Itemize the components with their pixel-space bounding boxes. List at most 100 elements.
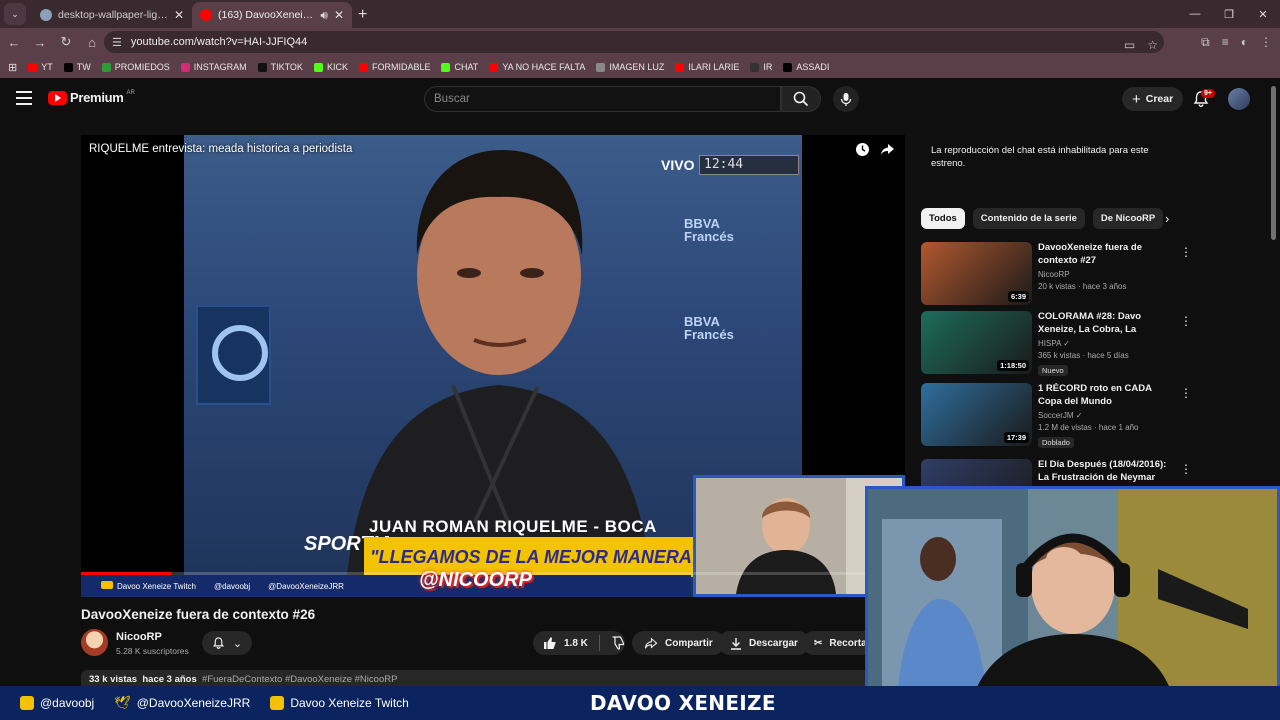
cast-icon[interactable]: ▭ bbox=[1124, 38, 1135, 52]
watch-later-icon[interactable] bbox=[855, 142, 870, 157]
youtube-header: Premium AR Buscar + Crear 9+ bbox=[0, 80, 1280, 118]
bookmark-promiedos[interactable]: PROMIEDOS bbox=[101, 62, 170, 72]
thumbs-up-icon[interactable] bbox=[543, 636, 557, 650]
duration-badge: 17:39 bbox=[1003, 432, 1029, 443]
account-avatar[interactable] bbox=[1228, 88, 1250, 110]
hamburger-menu-icon[interactable] bbox=[16, 91, 32, 105]
video-player[interactable]: BBVA Francés BBVA Francés VIVO 12:44 SPORT… bbox=[81, 135, 905, 597]
kick-icon bbox=[313, 62, 323, 72]
chevron-down-icon: ⌄ bbox=[232, 637, 243, 650]
divider bbox=[598, 635, 600, 651]
bookmark-tw[interactable]: TW bbox=[63, 62, 91, 72]
chip-de-nicoorp[interactable]: De NicooRP bbox=[1092, 208, 1164, 229]
tab-wallpaper[interactable]: desktop-wallpaper-light-yellow ✕ bbox=[32, 2, 192, 28]
hashtags[interactable]: #FueraDeContexto #DavooXeneize #NicooRP bbox=[202, 674, 397, 685]
duration-badge: 6:39 bbox=[1007, 291, 1029, 302]
voice-search-button[interactable] bbox=[833, 86, 859, 112]
bookmark-formidable[interactable]: FORMIDABLE bbox=[358, 62, 430, 72]
close-tab-icon[interactable]: ✕ bbox=[174, 8, 184, 22]
bookmark-ir[interactable]: IR bbox=[750, 62, 772, 72]
reload-icon[interactable]: ↻ bbox=[54, 30, 78, 54]
speaker-icon[interactable]: 🔊︎ bbox=[320, 8, 328, 23]
tab-search-icon[interactable]: ⌄ bbox=[4, 3, 26, 25]
channel-avatar[interactable] bbox=[81, 629, 108, 656]
more-options-icon[interactable]: ⋮ bbox=[1180, 462, 1192, 476]
video-thumbnail[interactable]: 17:39 bbox=[921, 383, 1032, 446]
chip-todos[interactable]: Todos bbox=[921, 208, 965, 229]
subscription-bell-button[interactable]: ⌄ bbox=[202, 631, 252, 655]
live-label: VIVO bbox=[661, 157, 695, 173]
more-options-icon[interactable]: ⋮ bbox=[1180, 245, 1192, 259]
clip-button[interactable]: ✂ Recortar bbox=[802, 631, 866, 655]
profile-icon[interactable]: ◐ bbox=[1241, 35, 1248, 49]
youtube-icon bbox=[28, 62, 38, 72]
new-tab-button[interactable]: + bbox=[358, 6, 367, 24]
rec-channel[interactable]: SoccerJM ✓ bbox=[1038, 411, 1176, 420]
menu-dots-icon[interactable]: ⋮ bbox=[1260, 35, 1272, 49]
page-scrollbar[interactable] bbox=[1271, 86, 1276, 240]
apps-grid-icon[interactable]: ⊞ bbox=[8, 61, 17, 74]
channel-name[interactable]: NicooRP bbox=[116, 631, 162, 643]
minimize-icon[interactable]: — bbox=[1178, 0, 1212, 28]
chip-contenido-de-la-serie[interactable]: Contenido de la serie bbox=[972, 208, 1085, 229]
more-options-icon[interactable]: ⋮ bbox=[1180, 386, 1192, 400]
banner-name: DAVOO XENEIZE bbox=[590, 691, 776, 715]
home-icon[interactable]: ⌂ bbox=[80, 30, 104, 54]
search-input[interactable]: Buscar bbox=[424, 86, 781, 112]
recommended-video[interactable]: 17:39 1 RÉCORD roto en CADA Copa del Mund… bbox=[921, 383, 1192, 448]
youtube-icon bbox=[270, 696, 285, 710]
bookmark-kick[interactable]: KICK bbox=[313, 62, 348, 72]
bookmark-instagram[interactable]: INSTAGRAM bbox=[180, 62, 247, 72]
forward-icon[interactable]: → bbox=[28, 30, 52, 54]
tab-youtube[interactable]: (163) DavooXeneize fuera de contexto #26… bbox=[192, 2, 352, 28]
window-controls: — ❐ ✕ bbox=[1178, 0, 1280, 28]
share-arrow-icon[interactable] bbox=[880, 142, 895, 157]
youtube-logo[interactable]: Premium AR bbox=[48, 90, 135, 105]
create-button[interactable]: + Crear bbox=[1122, 87, 1184, 111]
microphone-icon bbox=[840, 92, 852, 106]
recommended-video[interactable]: 1:18:50 COLORAMA #28: Davo Xeneize, La Co… bbox=[921, 311, 1192, 376]
filter-chips: Todos Contenido de la serie De NicooRP bbox=[921, 208, 1164, 229]
bookmark-chat[interactable]: CHAT bbox=[441, 62, 478, 72]
rec-meta: 20 k vistas · hace 3 años bbox=[1038, 282, 1127, 291]
video-social-strip: Davoo Xeneize Twitch @davoobj @DavooXene… bbox=[81, 575, 691, 597]
browser-toolbar: ← → ↻ ⌂ ☰ youtube.com/watch?v=HAI-JJFIQ4… bbox=[0, 28, 1280, 56]
chevron-right-icon[interactable]: › bbox=[1165, 211, 1169, 226]
download-button[interactable]: Descargar bbox=[718, 631, 810, 655]
bookmark-label: TW bbox=[76, 62, 91, 72]
bookmark-ya-no-hace-falta[interactable]: YA NO HACE FALTA bbox=[489, 62, 585, 72]
video-info: El Día Después (18/04/2016): La Frustrac… bbox=[1038, 459, 1176, 484]
video-thumbnail[interactable]: 1:18:50 bbox=[921, 311, 1032, 374]
extensions-icon[interactable]: ⧉ bbox=[1201, 35, 1210, 50]
more-options-icon[interactable]: ⋮ bbox=[1180, 314, 1192, 328]
restore-icon[interactable]: ❐ bbox=[1212, 0, 1246, 28]
rec-title[interactable]: DavooXeneize fuera de contexto #27 bbox=[1038, 242, 1176, 267]
bookmark-ilari-larie[interactable]: ILARI LARIE bbox=[675, 62, 739, 72]
bookmark-tiktok[interactable]: TIKTOK bbox=[257, 62, 303, 72]
close-window-icon[interactable]: ✕ bbox=[1246, 0, 1280, 28]
site-info-icon[interactable]: ☰ bbox=[112, 36, 122, 49]
bookmark-yt[interactable]: YT bbox=[28, 62, 53, 72]
close-tab-icon[interactable]: ✕ bbox=[334, 8, 344, 22]
banner-instagram: @davoobj bbox=[20, 696, 94, 710]
bookmark-imagen-luz[interactable]: IMAGEN LUZ bbox=[596, 62, 664, 72]
share-button[interactable]: Compartir bbox=[632, 631, 725, 655]
address-bar[interactable]: ☰ youtube.com/watch?v=HAI-JJFIQ44 ▭ ☆ bbox=[104, 31, 1164, 53]
bookmark-assadi[interactable]: ASSADI bbox=[783, 62, 829, 72]
lower-third-name: JUAN ROMAN RIQUELME - BOCA bbox=[369, 517, 657, 536]
rec-title[interactable]: 1 RÉCORD roto en CADA Copa del Mundo bbox=[1038, 383, 1176, 408]
back-icon[interactable]: ← bbox=[2, 30, 26, 54]
like-count[interactable]: 1.8 K bbox=[564, 638, 588, 649]
video-thumbnail[interactable]: 6:39 bbox=[921, 242, 1032, 305]
like-dislike-group: 1.8 K bbox=[533, 631, 625, 655]
bookmark-star-icon[interactable]: ☆ bbox=[1147, 38, 1158, 52]
banner-twitch-label: Davoo Xeneize Twitch bbox=[290, 696, 409, 710]
rec-channel[interactable]: NicooRP bbox=[1038, 270, 1176, 279]
recommended-video[interactable]: 6:39 DavooXeneize fuera de contexto #27 Ni… bbox=[921, 242, 1192, 306]
rec-title[interactable]: El Día Después (18/04/2016): La Frustrac… bbox=[1038, 459, 1176, 484]
search-button[interactable] bbox=[781, 86, 821, 112]
rec-channel[interactable]: HISPA ✓ bbox=[1038, 339, 1176, 348]
reading-list-icon[interactable]: ≡ bbox=[1222, 35, 1229, 49]
thumbs-down-icon[interactable] bbox=[611, 636, 625, 650]
rec-title[interactable]: COLORAMA #28: Davo Xeneize, La Cobra, La… bbox=[1038, 311, 1176, 336]
